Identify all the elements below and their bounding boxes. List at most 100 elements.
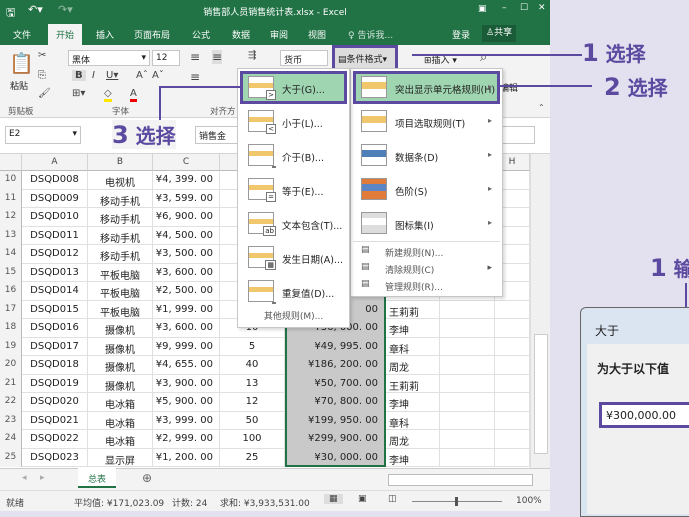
tab-formulas[interactable]: 公式 xyxy=(192,28,210,41)
cell-h[interactable] xyxy=(495,448,530,467)
cell-h[interactable] xyxy=(495,356,530,375)
row-header[interactable]: 16 xyxy=(0,282,22,301)
cell-c[interactable]: ¥3, 500. 00 xyxy=(153,245,220,264)
row-header[interactable]: 21 xyxy=(0,374,22,393)
cell-a[interactable]: DSQD021 xyxy=(22,411,88,430)
cell-d[interactable]: 40 xyxy=(220,356,285,375)
cell-a[interactable]: DSQD016 xyxy=(22,319,88,338)
cell-a[interactable]: DSQD018 xyxy=(22,356,88,375)
cf-small-item-1[interactable]: ▤ 清除规则(C) ▸ xyxy=(353,260,500,277)
cell-b[interactable]: 显示屏 xyxy=(88,448,153,467)
cell-a[interactable]: DSQD010 xyxy=(22,208,88,227)
scrollbar-thumb[interactable] xyxy=(534,334,548,454)
column-header-b[interactable]: B xyxy=(88,154,153,171)
cell-a[interactable]: DSQD023 xyxy=(22,448,88,467)
threshold-value-input[interactable]: ¥300,000.00 xyxy=(599,402,689,428)
wrap-text-icon[interactable]: ⇶ xyxy=(248,50,256,61)
tab-data[interactable]: 数据 xyxy=(232,28,250,41)
tab-page-layout[interactable]: 页面布局 xyxy=(134,28,170,41)
minimize-icon[interactable]: – xyxy=(502,3,507,13)
row-header[interactable]: 10 xyxy=(0,171,22,190)
maximize-icon[interactable]: ☐ xyxy=(520,3,528,13)
name-box[interactable]: E2 ▾ xyxy=(5,126,81,144)
cell-b[interactable]: 移动手机 xyxy=(88,189,153,208)
row-header[interactable]: 22 xyxy=(0,393,22,412)
highlight-rule-item-1[interactable]: < 小于(L)... xyxy=(240,105,347,138)
cell-c[interactable]: ¥3, 900. 00 xyxy=(153,374,220,393)
cell-d[interactable]: 100 xyxy=(220,430,285,449)
cell-g[interactable] xyxy=(440,448,495,467)
row-header[interactable]: 25 xyxy=(0,448,22,467)
row-header[interactable]: 14 xyxy=(0,245,22,264)
more-rules-item[interactable]: 其他规则(M)... xyxy=(240,309,347,322)
cell-c[interactable]: ¥3, 999. 00 xyxy=(153,411,220,430)
cell-a[interactable]: DSQD011 xyxy=(22,226,88,245)
paste-icon[interactable]: 📋 xyxy=(9,51,34,75)
cell-h[interactable] xyxy=(495,411,530,430)
grow-font-icon[interactable]: Aˆ xyxy=(136,70,148,81)
font-size-select[interactable]: 12 xyxy=(152,50,180,66)
cell-g[interactable] xyxy=(440,374,495,393)
tab-insert[interactable]: 插入 xyxy=(96,28,114,41)
cell-b[interactable]: 电视机 xyxy=(88,171,153,190)
conditional-format-button[interactable]: ▤条件格式▾ xyxy=(332,45,398,71)
highlight-rule-item-3[interactable]: = 等于(E)... xyxy=(240,173,347,206)
cell-g[interactable] xyxy=(440,300,495,319)
highlight-rule-item-2[interactable]: 介于(B)... xyxy=(240,139,347,172)
cell-f[interactable]: 章科 xyxy=(385,411,440,430)
cell-a[interactable]: DSQD008 xyxy=(22,171,88,190)
cell-b[interactable]: 电冰箱 xyxy=(88,430,153,449)
cell-a[interactable]: DSQD017 xyxy=(22,337,88,356)
cell-c[interactable]: ¥9, 999. 00 xyxy=(153,337,220,356)
cell-e[interactable]: ¥50, 700. 00 xyxy=(285,374,385,393)
sheet-nav-right-icon[interactable]: ▸ xyxy=(40,473,45,483)
vertical-scrollbar[interactable] xyxy=(530,154,550,468)
tell-me-input[interactable]: ♀ 告诉我... xyxy=(348,28,393,41)
highlight-rule-item-0[interactable]: > 大于(G)... xyxy=(240,71,347,104)
font-name-select[interactable]: 黑体 ▾ xyxy=(68,50,150,66)
copy-icon[interactable]: ⎘ xyxy=(38,70,46,81)
bold-icon[interactable]: B xyxy=(72,70,86,81)
cell-f[interactable]: 李坤 xyxy=(385,319,440,338)
cell-f[interactable]: 周龙 xyxy=(385,430,440,449)
sheet-tab-main[interactable]: 总表 xyxy=(78,468,116,488)
cf-menu-item-4[interactable]: 图标集(I) ▸ xyxy=(353,207,500,240)
page-break-view-icon[interactable]: ◫ xyxy=(388,494,397,504)
cf-small-item-0[interactable]: ▤ 新建规则(N)... xyxy=(353,243,500,260)
cell-h[interactable] xyxy=(495,337,530,356)
cell-g[interactable] xyxy=(440,337,495,356)
cell-b[interactable]: 平板电脑 xyxy=(88,300,153,319)
cell-a[interactable]: DSQD020 xyxy=(22,393,88,412)
find-icon[interactable]: ⌕ xyxy=(480,50,487,65)
login-link[interactable]: 登录 xyxy=(452,28,470,41)
cell-a[interactable]: DSQD015 xyxy=(22,300,88,319)
fill-color-icon[interactable]: ◇ xyxy=(104,88,112,102)
cell-c[interactable]: ¥4, 399. 00 xyxy=(153,171,220,190)
cell-b[interactable]: 移动手机 xyxy=(88,208,153,227)
row-header[interactable]: 12 xyxy=(0,208,22,227)
cell-b[interactable]: 移动手机 xyxy=(88,245,153,264)
cell-g[interactable] xyxy=(440,411,495,430)
cell-f[interactable]: 王莉莉 xyxy=(385,300,440,319)
font-color-icon[interactable]: A xyxy=(130,88,137,102)
cell-e[interactable]: ¥299, 900. 00 xyxy=(285,430,385,449)
cell-e[interactable]: ¥30, 000. 00 xyxy=(285,448,385,467)
cut-icon[interactable]: ✂ xyxy=(38,50,46,61)
cell-g[interactable] xyxy=(440,393,495,412)
highlight-rule-item-6[interactable]: 重复值(D)... xyxy=(240,275,347,308)
cell-b[interactable]: 移动手机 xyxy=(88,226,153,245)
align-top-icon[interactable]: ≡ xyxy=(190,50,200,64)
row-header[interactable]: 20 xyxy=(0,356,22,375)
cell-b[interactable]: 平板电脑 xyxy=(88,263,153,282)
align-left-icon[interactable]: ≡ xyxy=(190,70,200,84)
cf-menu-item-1[interactable]: 项目选取规则(T) ▸ xyxy=(353,105,500,138)
sheet-nav-left-icon[interactable]: ◂ xyxy=(22,473,27,483)
paste-button[interactable]: 粘贴 xyxy=(10,79,28,92)
page-layout-view-icon[interactable]: ▣ xyxy=(358,494,367,504)
cell-a[interactable]: DSQD012 xyxy=(22,245,88,264)
cell-c[interactable]: ¥3, 600. 00 xyxy=(153,319,220,338)
cell-c[interactable]: ¥3, 600. 00 xyxy=(153,263,220,282)
cell-g[interactable] xyxy=(440,430,495,449)
cell-e[interactable]: ¥70, 800. 00 xyxy=(285,393,385,412)
tab-review[interactable]: 审阅 xyxy=(270,28,288,41)
